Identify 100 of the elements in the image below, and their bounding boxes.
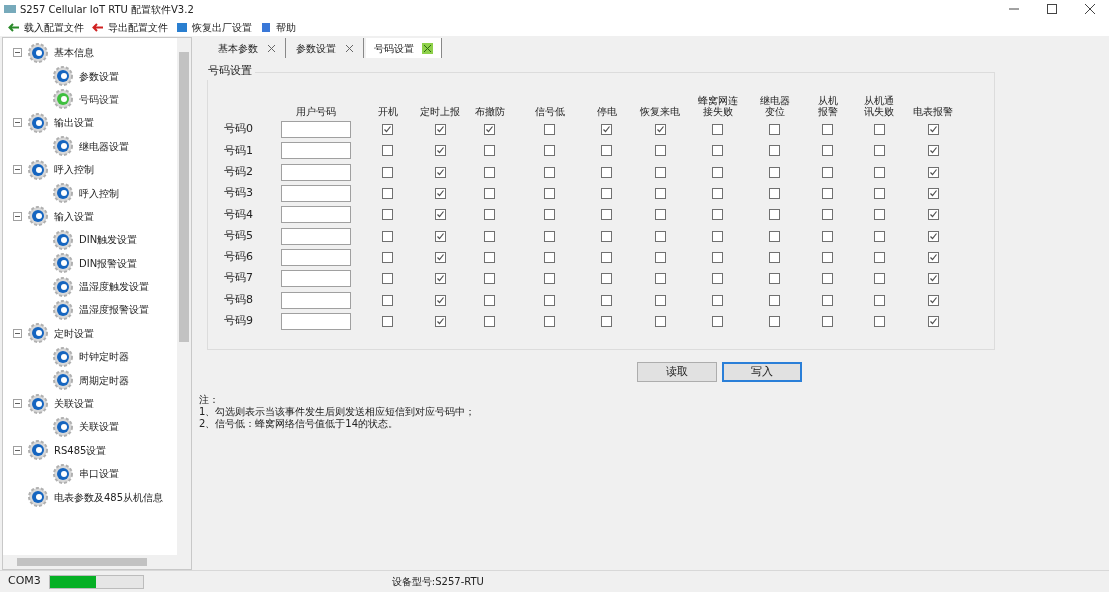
checkbox[interactable] (601, 273, 612, 285)
phone-number-field[interactable] (281, 121, 351, 139)
checkbox[interactable] (927, 124, 939, 136)
checkbox[interactable] (873, 166, 885, 178)
checkbox[interactable] (712, 145, 723, 157)
checkbox[interactable] (769, 124, 780, 136)
checkbox[interactable] (382, 166, 393, 178)
checkbox[interactable] (822, 124, 833, 136)
checkbox[interactable] (927, 273, 939, 285)
close-icon[interactable] (344, 42, 355, 54)
checkbox[interactable] (544, 251, 555, 263)
checkbox[interactable] (712, 166, 723, 178)
checkbox[interactable] (654, 166, 666, 178)
checkbox[interactable] (484, 230, 495, 242)
checkbox[interactable] (769, 273, 780, 285)
checkbox[interactable] (769, 188, 780, 200)
phone-number-field[interactable] (281, 270, 351, 288)
checkbox[interactable] (382, 145, 393, 157)
collapse-icon[interactable] (13, 328, 22, 338)
checkbox[interactable] (927, 166, 939, 178)
checkbox[interactable] (382, 273, 393, 285)
checkbox[interactable] (654, 188, 666, 200)
checkbox[interactable] (822, 209, 833, 221)
tree-item[interactable]: 串口设置 (13, 462, 177, 486)
tree-item[interactable]: 参数设置 (13, 64, 177, 88)
checkbox[interactable] (712, 230, 723, 242)
checkbox[interactable] (484, 273, 495, 285)
checkbox[interactable] (654, 230, 666, 242)
checkbox[interactable] (769, 251, 780, 263)
checkbox[interactable] (654, 124, 666, 136)
phone-number-field[interactable] (281, 227, 351, 245)
checkbox[interactable] (769, 166, 780, 178)
checkbox[interactable] (484, 209, 495, 221)
tree-item[interactable]: 输出设置 (13, 111, 177, 135)
checkbox[interactable] (822, 145, 833, 157)
tree-item[interactable]: DIN报警设置 (13, 251, 177, 275)
collapse-icon[interactable] (13, 211, 22, 221)
checkbox[interactable] (822, 230, 833, 242)
tree-item[interactable]: 温湿度报警设置 (13, 298, 177, 322)
checkbox[interactable] (927, 315, 939, 327)
checkbox[interactable] (769, 230, 780, 242)
checkbox[interactable] (544, 188, 555, 200)
tree-item[interactable]: 温湿度触发设置 (13, 274, 177, 299)
checkbox[interactable] (712, 188, 723, 200)
checkbox[interactable] (873, 315, 885, 327)
checkbox[interactable] (434, 124, 446, 136)
checkbox[interactable] (601, 315, 612, 327)
checkbox[interactable] (712, 209, 723, 221)
tree-item[interactable]: 时钟定时器 (13, 345, 177, 369)
checkbox[interactable] (601, 294, 612, 306)
checkbox[interactable] (544, 124, 555, 136)
checkbox[interactable] (769, 315, 780, 327)
maximize-icon[interactable] (1047, 4, 1057, 14)
checkbox[interactable] (873, 251, 885, 263)
action-button[interactable]: 写入 (722, 362, 802, 382)
close-icon[interactable] (422, 42, 433, 54)
checkbox[interactable] (382, 315, 393, 327)
checkbox[interactable] (873, 273, 885, 285)
tree-item[interactable]: 关联设置 (13, 391, 177, 416)
checkbox[interactable] (822, 251, 833, 263)
toolbar-button[interactable]: 恢复出厂设置 (176, 19, 252, 35)
phone-number-field[interactable] (281, 248, 351, 266)
checkbox[interactable] (927, 188, 939, 200)
checkbox[interactable] (712, 124, 723, 136)
checkbox[interactable] (601, 230, 612, 242)
phone-number-field[interactable] (281, 185, 351, 203)
phone-number-field[interactable] (281, 142, 351, 160)
checkbox[interactable] (654, 273, 666, 285)
tree-item[interactable]: 输入设置 (13, 204, 177, 229)
checkbox[interactable] (484, 166, 495, 178)
checkbox[interactable] (873, 124, 885, 136)
tree-item[interactable]: 呼入控制 (13, 181, 177, 205)
tree-item[interactable]: 呼入控制 (13, 157, 177, 182)
tree-item[interactable]: 号码设置 (13, 87, 177, 112)
checkbox[interactable] (434, 145, 446, 157)
collapse-icon[interactable] (13, 445, 22, 455)
tab[interactable]: 号码设置 (366, 38, 442, 58)
checkbox[interactable] (873, 145, 885, 157)
checkbox[interactable] (382, 294, 393, 306)
checkbox[interactable] (927, 294, 939, 306)
checkbox[interactable] (873, 209, 885, 221)
checkbox[interactable] (927, 145, 939, 157)
tree-item[interactable]: DIN触发设置 (13, 228, 177, 252)
checkbox[interactable] (927, 230, 939, 242)
checkbox[interactable] (654, 251, 666, 263)
checkbox[interactable] (601, 124, 612, 136)
checkbox[interactable] (434, 315, 446, 327)
collapse-icon[interactable] (13, 118, 22, 128)
checkbox[interactable] (601, 209, 612, 221)
checkbox[interactable] (873, 230, 885, 242)
toolbar-button[interactable]: 导出配置文件 (92, 19, 168, 35)
checkbox[interactable] (927, 209, 939, 221)
checkbox[interactable] (544, 294, 555, 306)
checkbox[interactable] (822, 166, 833, 178)
checkbox[interactable] (601, 251, 612, 263)
checkbox[interactable] (434, 188, 446, 200)
checkbox[interactable] (654, 145, 666, 157)
tree-item[interactable]: RS485设置 (13, 438, 177, 463)
checkbox[interactable] (873, 294, 885, 306)
checkbox[interactable] (434, 251, 446, 263)
